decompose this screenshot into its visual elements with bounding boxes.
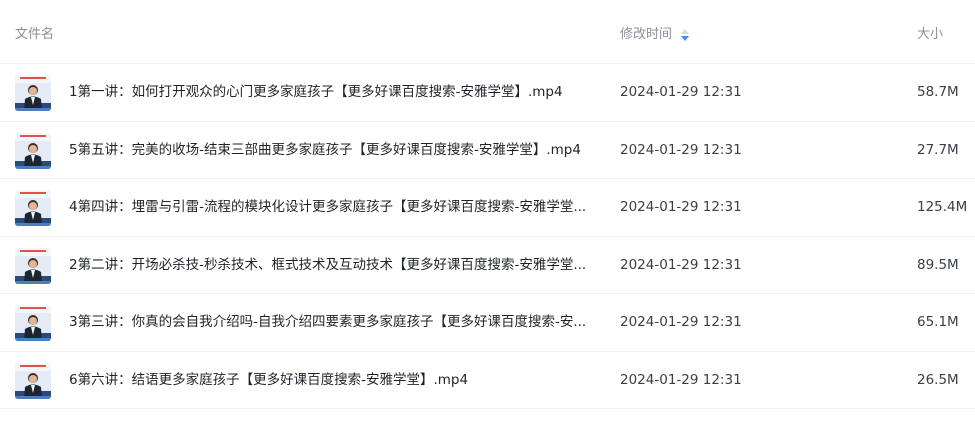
file-name[interactable]: 1第一讲：如何打开观众的心门更多家庭孩子【更多好课百度搜索-安雅学堂】.mp4	[69, 64, 594, 121]
video-thumbnail-icon[interactable]	[15, 190, 51, 226]
file-name[interactable]: 5第五讲：完美的收场-结束三部曲更多家庭孩子【更多好课百度搜索-安雅学堂】.mp…	[69, 122, 594, 179]
file-name[interactable]: 3第三讲：你真的会自我介绍吗-自我介绍四要素更多家庭孩子【更多好课百度搜索-安.…	[69, 294, 594, 351]
column-header-size[interactable]: 大小	[917, 27, 943, 43]
file-modified-time: 2024-01-29 12:31	[620, 199, 742, 215]
table-row[interactable]: 3第三讲：你真的会自我介绍吗-自我介绍四要素更多家庭孩子【更多好课百度搜索-安.…	[0, 294, 975, 352]
column-header-size-label: 大小	[917, 27, 944, 42]
file-name[interactable]: 6第六讲：结语更多家庭孩子【更多好课百度搜索-安雅学堂】.mp4	[69, 352, 594, 409]
file-name[interactable]: 4第四讲：埋雷与引雷-流程的模块化设计更多家庭孩子【更多好课百度搜索-安雅学堂.…	[69, 179, 594, 236]
table-row[interactable]: 1第一讲：如何打开观众的心门更多家庭孩子【更多好课百度搜索-安雅学堂】.mp4 …	[0, 64, 975, 122]
video-thumbnail-icon[interactable]	[15, 247, 51, 284]
file-size: 27.7M	[917, 141, 959, 158]
column-header-modified-label: 修改时间	[620, 27, 673, 42]
table-row[interactable]: 5第五讲：完美的收场-结束三部曲更多家庭孩子【更多好课百度搜索-安雅学堂】.mp…	[0, 122, 975, 179]
video-thumbnail-icon[interactable]	[15, 362, 51, 399]
table-row[interactable]: 2第二讲：开场必杀技-秒杀技术、框式技术及互动技术【更多好课百度搜索-安雅学堂.…	[0, 237, 975, 294]
table-row[interactable]: 4第四讲：埋雷与引雷-流程的模块化设计更多家庭孩子【更多好课百度搜索-安雅学堂.…	[0, 179, 975, 237]
file-modified-time: 2024-01-29 12:31	[620, 141, 742, 158]
list-header: 文件名 修改时间 大小	[0, 0, 975, 64]
file-name[interactable]: 2第二讲：开场必杀技-秒杀技术、框式技术及互动技术【更多好课百度搜索-安雅学堂.…	[69, 237, 594, 294]
column-header-modified[interactable]: 修改时间	[620, 27, 690, 43]
column-header-name[interactable]: 文件名	[15, 27, 54, 43]
file-size: 125.4M	[917, 199, 968, 215]
file-size: 65.1M	[917, 314, 959, 330]
file-size: 26.5M	[917, 371, 959, 388]
file-modified-time: 2024-01-29 12:31	[620, 256, 742, 273]
sort-icon[interactable]	[680, 28, 690, 42]
file-list: 文件名 修改时间 大小 1第一讲：如何打开观众的心门更多家庭孩子【更多好课百度搜…	[0, 0, 975, 434]
video-thumbnail-icon[interactable]	[15, 132, 51, 169]
video-thumbnail-icon[interactable]	[15, 75, 51, 111]
file-size: 89.5M	[917, 256, 959, 273]
table-row[interactable]: 6第六讲：结语更多家庭孩子【更多好课百度搜索-安雅学堂】.mp4 2024-01…	[0, 352, 975, 409]
file-size: 58.7M	[917, 84, 959, 100]
file-modified-time: 2024-01-29 12:31	[620, 371, 742, 388]
file-modified-time: 2024-01-29 12:31	[620, 314, 742, 330]
column-header-name-label: 文件名	[15, 27, 55, 42]
file-modified-time: 2024-01-29 12:31	[620, 84, 742, 100]
video-thumbnail-icon[interactable]	[15, 305, 51, 341]
file-rows: 1第一讲：如何打开观众的心门更多家庭孩子【更多好课百度搜索-安雅学堂】.mp4 …	[0, 64, 975, 409]
